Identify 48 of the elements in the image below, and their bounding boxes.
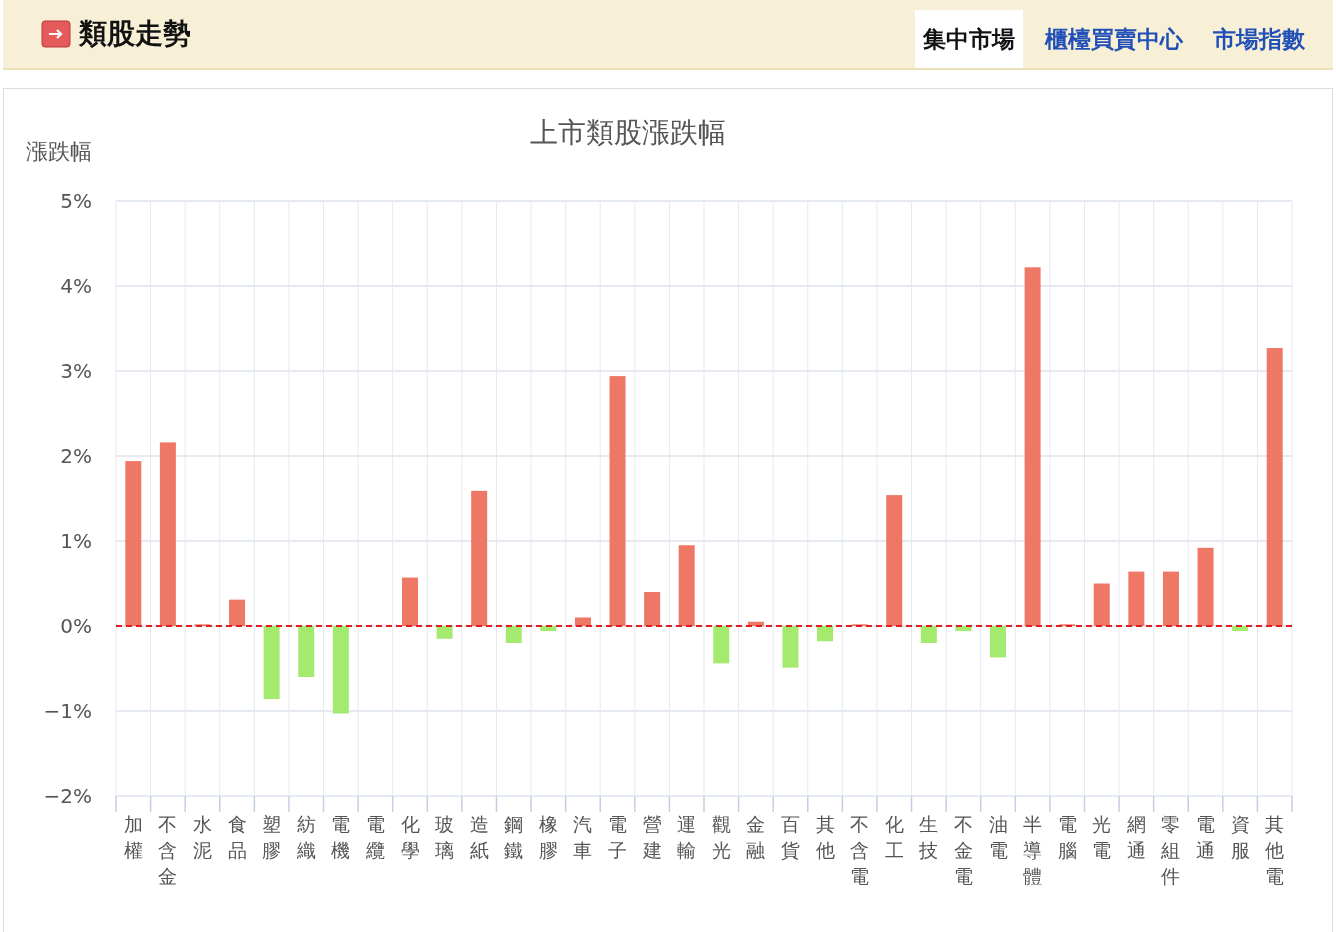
- y-tick-label: 5%: [60, 189, 92, 213]
- axis-label: 漲跌幅: [26, 139, 92, 164]
- page-title: 類股走勢: [79, 16, 191, 52]
- category-label: 造紙: [469, 813, 489, 861]
- category-label: 運輸: [677, 813, 697, 861]
- category-label: 汽車: [573, 813, 593, 861]
- market-tab[interactable]: 櫃檯買賣中心: [1037, 10, 1191, 68]
- category-label: 電通: [1196, 813, 1216, 861]
- y-tick-label: 4%: [60, 274, 92, 298]
- y-tick-label: 1%: [60, 529, 92, 553]
- category-label: 營建: [642, 813, 662, 861]
- chart-title: 上市類股漲跌幅: [530, 116, 726, 149]
- category-label: 玻璃: [435, 813, 455, 861]
- category-label: 不含電: [850, 813, 870, 887]
- category-label: 百貨: [780, 813, 800, 861]
- category-label: 網通: [1126, 813, 1146, 861]
- category-label: 電腦: [1057, 813, 1077, 861]
- category-label: 化工: [884, 813, 904, 861]
- category-label: 光電: [1092, 813, 1112, 861]
- category-label: 橡膠: [538, 813, 558, 861]
- y-tick-label: −1%: [43, 699, 92, 723]
- category-label: 水泥: [192, 813, 212, 861]
- y-tick-label: 0%: [60, 614, 92, 638]
- category-label: 金融: [746, 813, 766, 861]
- category-label: 資服: [1230, 813, 1250, 861]
- category-label: 其他電: [1265, 813, 1285, 887]
- category-label: 半導體: [1023, 813, 1043, 887]
- category-label: 紡織: [296, 813, 316, 861]
- y-tick-label: 3%: [60, 359, 92, 383]
- category-label: 其他: [815, 813, 835, 861]
- category-label: 化學: [400, 813, 420, 861]
- category-label: 電機: [331, 813, 351, 861]
- category-label: 油電: [988, 813, 1008, 861]
- category-label: 生技: [919, 813, 939, 861]
- category-label: 加權: [123, 813, 143, 861]
- market-tab[interactable]: 集中市場: [915, 10, 1023, 68]
- market-tab[interactable]: 市場指數: [1205, 10, 1313, 68]
- category-label: 食品: [227, 813, 247, 861]
- category-label: 零組件: [1161, 813, 1181, 887]
- category-label: 電纜: [365, 813, 385, 861]
- category-label: 鋼鐵: [504, 813, 524, 861]
- category-label: 塑膠: [262, 813, 282, 861]
- y-tick-label: 2%: [60, 444, 92, 468]
- category-label: 觀光: [711, 813, 731, 861]
- category-label: 不含金: [158, 813, 178, 887]
- y-tick-label: −2%: [43, 784, 92, 808]
- category-label: 電子: [608, 813, 628, 861]
- category-label: 不金電: [953, 813, 973, 887]
